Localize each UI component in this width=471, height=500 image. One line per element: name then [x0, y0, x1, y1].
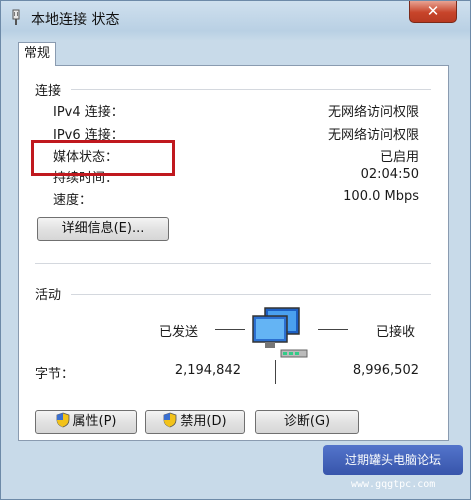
connection-heading: 连接 [35, 84, 62, 99]
properties-label: 属性(P) [72, 414, 117, 429]
speed-label: 速度： [53, 193, 93, 208]
received-line [318, 329, 348, 330]
sent-label: 已发送 [159, 325, 199, 340]
bytes-received-value: 8,996,502 [352, 363, 419, 378]
network-computers-icon [252, 307, 308, 358]
tab-panel: 连接 IPv4 连接： 无网络访问权限 IPv6 连接： 无网络访问权限 媒体状… [18, 65, 449, 441]
watermark-badge: 过期罐头电脑论坛 [323, 445, 463, 475]
ipv4-label: IPv4 连接： [53, 105, 124, 120]
properties-button[interactable]: 属性(P) [35, 410, 137, 434]
bytes-sent-value: 2,194,842 [174, 363, 241, 378]
details-button[interactable]: 详细信息(E)... [37, 217, 169, 241]
activity-divider [275, 360, 276, 384]
title-bar[interactable]: 本地连接 状态 ✕ [1, 1, 470, 37]
ipv6-value: 无网络访问权限 [327, 128, 419, 143]
activity-heading: 活动 [35, 288, 62, 303]
speed-value: 100.0 Mbps [343, 189, 419, 204]
uac-shield-icon [56, 412, 69, 428]
section-divider [35, 263, 431, 264]
diagnose-button[interactable]: 诊断(G) [255, 410, 359, 434]
section-divider [71, 294, 431, 295]
annotation-highlight-box [31, 140, 175, 176]
tab-general[interactable]: 常规 [18, 42, 56, 66]
disable-button[interactable]: 禁用(D) [145, 410, 245, 434]
status-dialog: 本地连接 状态 ✕ 常规 连接 IPv4 连接： 无网络访问权限 IPv6 连接… [0, 0, 471, 500]
sent-line [215, 329, 245, 330]
section-divider [71, 89, 431, 90]
close-button[interactable]: ✕ [409, 1, 457, 23]
duration-value: 02:04:50 [360, 167, 419, 182]
disable-label: 禁用(D) [180, 414, 227, 429]
media-state-value: 已启用 [379, 150, 419, 165]
bytes-label: 字节： [35, 367, 75, 382]
uac-shield-icon [164, 412, 177, 428]
watermark-url: www.gqgtpc.com [351, 479, 436, 490]
window-title: 本地连接 状态 [31, 12, 120, 28]
ipv4-value: 无网络访问权限 [327, 105, 419, 120]
network-adapter-icon [12, 9, 20, 25]
received-label: 已接收 [376, 325, 416, 340]
